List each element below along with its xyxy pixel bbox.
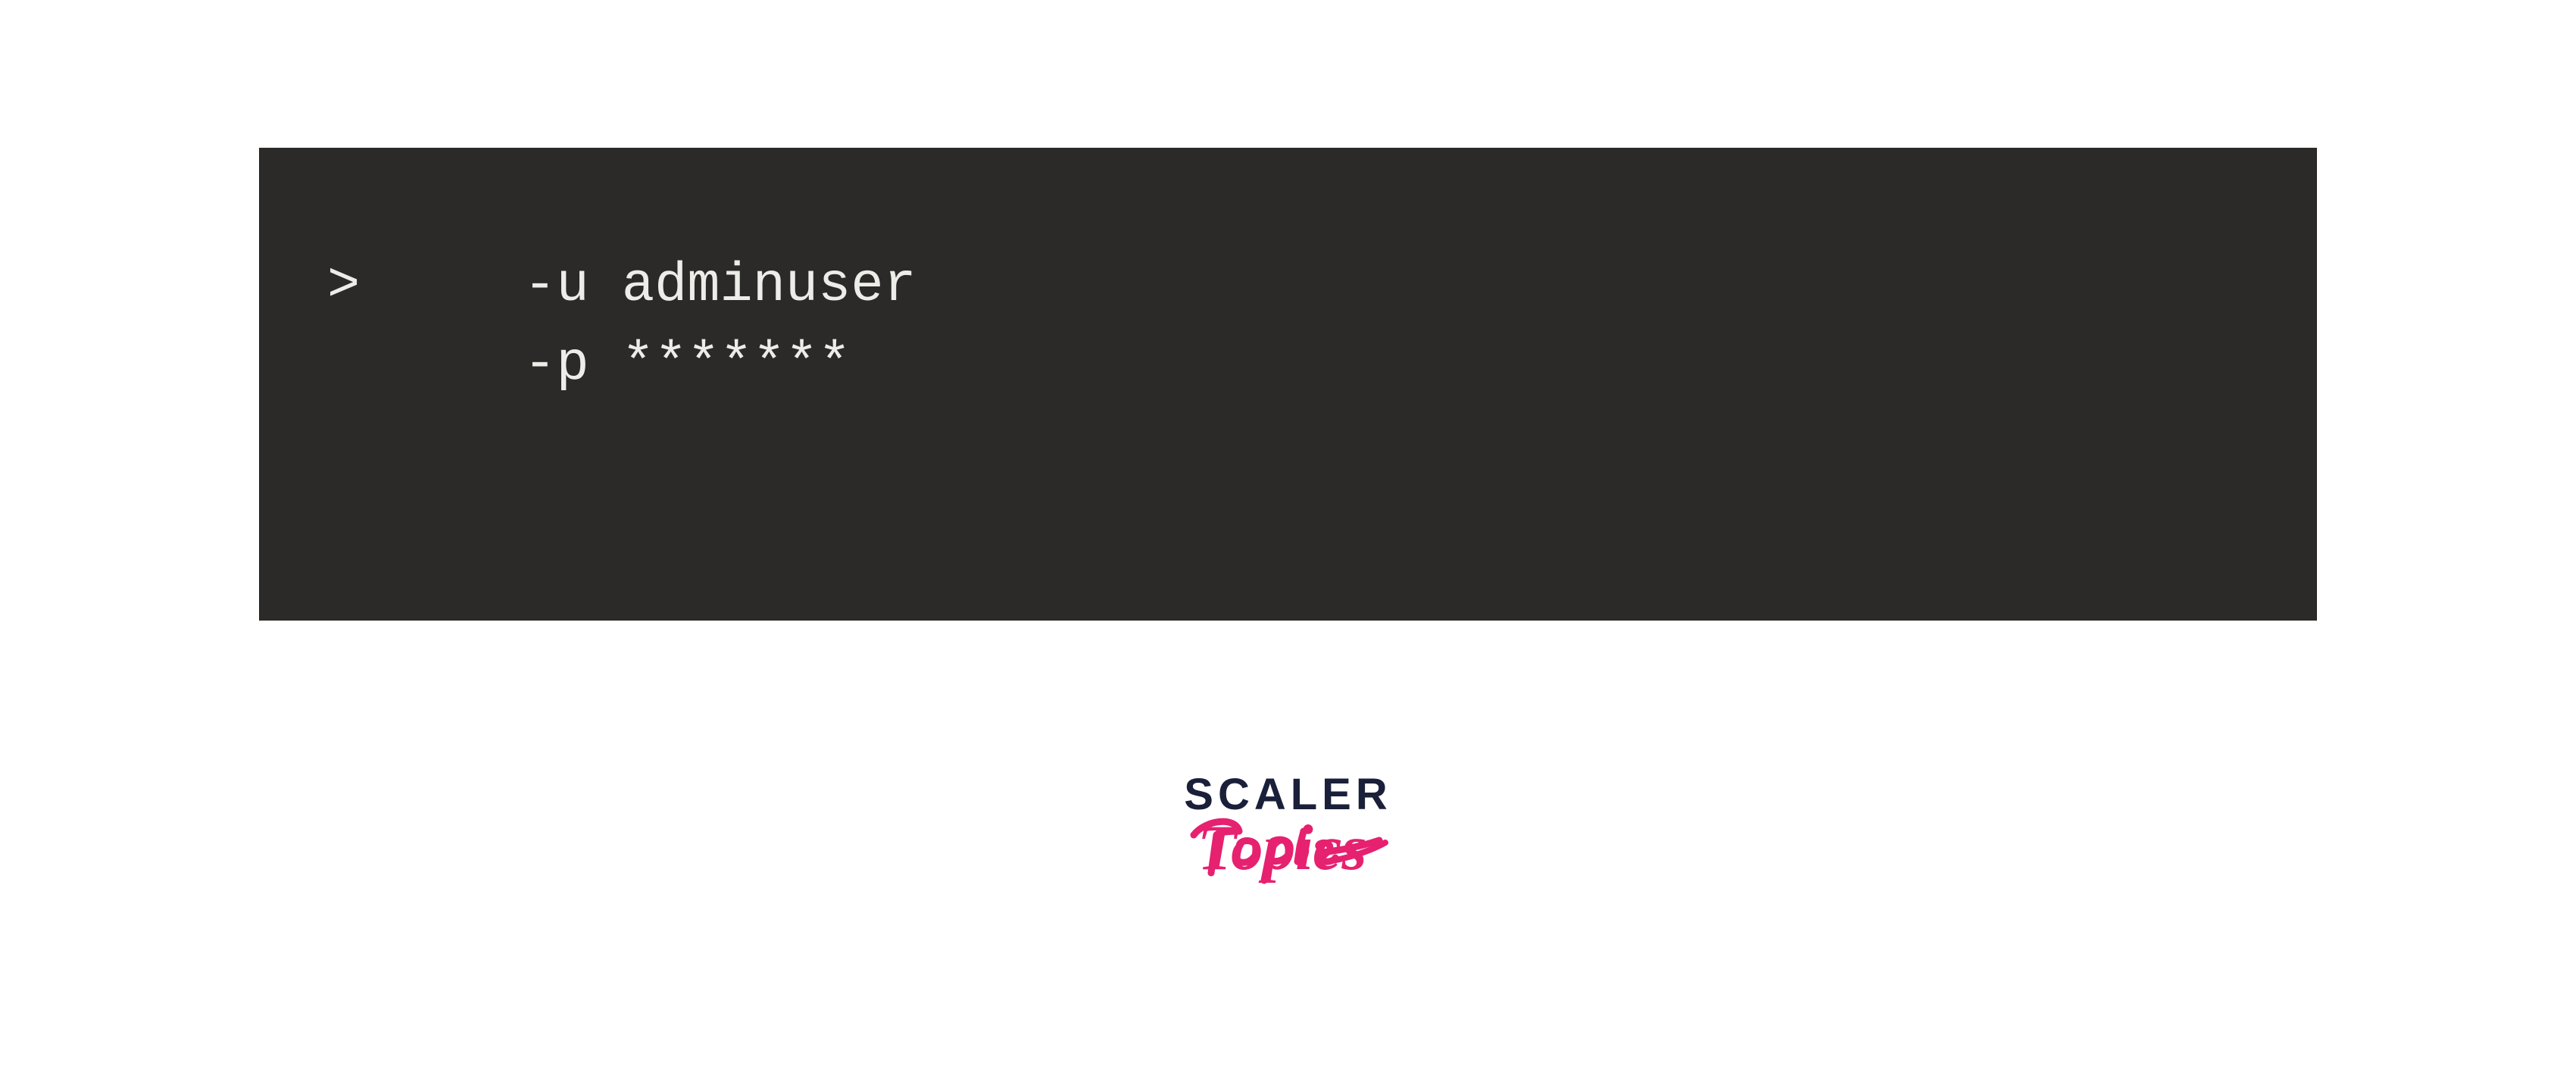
logo-topics-text: Topics — [1182, 808, 1394, 903]
scaler-topics-logo: SCALER Topics — [1182, 769, 1394, 903]
svg-text:Topics: Topics — [1197, 812, 1367, 884]
terminal-line-2: -p ******* — [327, 333, 851, 396]
terminal-line-1: -u adminuser — [360, 255, 916, 317]
terminal-content: > -u adminuser -p ******* — [327, 246, 2249, 405]
terminal-block: > -u adminuser -p ******* — [259, 148, 2317, 621]
prompt-symbol: > — [327, 255, 360, 317]
